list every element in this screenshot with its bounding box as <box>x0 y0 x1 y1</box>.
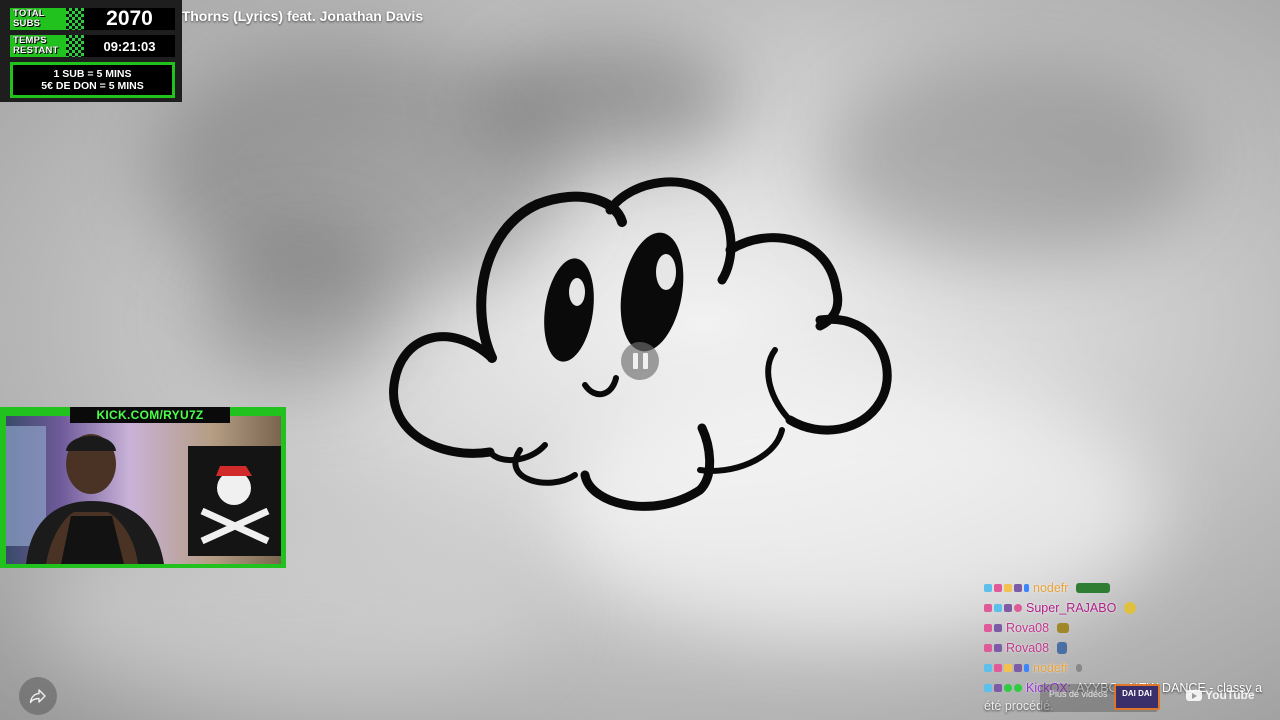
time-remaining-row: TEMPS RESTANT 09:21:03 <box>10 35 175 57</box>
subathon-rules: 1 SUB = 5 MINS 5€ DE DON = 5 MINS <box>10 62 175 98</box>
badge-icon <box>1014 684 1022 692</box>
chat-message: nodefr <box>984 578 1280 598</box>
pause-icon-bar <box>642 353 648 369</box>
chat-username: nodefr <box>1033 581 1069 595</box>
badge-icon <box>1004 684 1012 692</box>
badge-icon <box>1004 664 1012 672</box>
chat-username: Rova08 <box>1006 621 1050 635</box>
share-icon <box>29 689 46 704</box>
emote-icon <box>1057 642 1068 654</box>
badge-icon <box>994 624 1002 632</box>
badge-icon <box>984 584 992 592</box>
time-remaining-value: 09:21:03 <box>84 35 175 57</box>
badge-icon <box>1014 604 1022 612</box>
chat-username: Super_RAJABO <box>1026 601 1117 615</box>
checker-pattern <box>66 35 84 57</box>
badge-icon <box>994 644 1002 652</box>
total-subs-row: TOTAL SUBS 2070 <box>10 7 175 30</box>
video-thumbnail[interactable]: DAI DAI <box>1114 684 1160 710</box>
badge-icon <box>984 664 992 672</box>
chat-username: nodefr <box>1033 661 1069 675</box>
checker-pattern <box>66 8 84 30</box>
channel-banner: KICK.COM/RYU7Z <box>70 407 230 423</box>
youtube-logo[interactable]: YouTube <box>1186 688 1255 702</box>
youtube-logo-text: YouTube <box>1205 688 1255 702</box>
total-subs-label: TOTAL SUBS <box>10 8 66 30</box>
badge-icon <box>1014 584 1022 592</box>
time-remaining-label: TEMPS RESTANT <box>10 35 66 57</box>
badge-icon <box>1024 584 1029 592</box>
chat-message: Rova08 <box>984 638 1280 658</box>
share-button[interactable] <box>19 677 57 715</box>
youtube-play-icon <box>1186 689 1202 701</box>
streamer-image <box>6 426 281 564</box>
badge-icon <box>1014 664 1022 672</box>
chat-message: nodefr <box>984 658 1280 678</box>
webcam-feed <box>6 416 281 564</box>
badge-icon <box>994 664 1002 672</box>
badge-icon <box>1004 604 1012 612</box>
subathon-widget: TOTAL SUBS 2070 TEMPS RESTANT 09:21:03 1… <box>0 0 182 102</box>
chat-username: Rova08 <box>1006 641 1050 655</box>
video-title[interactable]: y Thorns (Lyrics) feat. Jonathan Davis <box>170 8 423 24</box>
youtube-overlay: Plus de vidéos DAI DAI YouTube <box>1040 680 1280 720</box>
chat-message: Super_RAJABO <box>984 598 1280 618</box>
badge-icon <box>1004 584 1012 592</box>
badge-icon <box>994 604 1002 612</box>
video-player[interactable]: y Thorns (Lyrics) feat. Jonathan Davis T… <box>0 0 1280 720</box>
pause-button[interactable] <box>621 342 659 380</box>
badge-icon <box>984 604 992 612</box>
badge-icon <box>1024 664 1029 672</box>
chat-message: Rova08 <box>984 618 1280 638</box>
badge-icon <box>994 584 1002 592</box>
badge-icon <box>994 684 1002 692</box>
webcam-overlay: KICK.COM/RYU7Z <box>0 407 286 568</box>
emote-icon <box>1076 664 1083 672</box>
emote-icon <box>1057 623 1070 633</box>
total-subs-value: 2070 <box>84 7 175 30</box>
rule-sub: 1 SUB = 5 MINS <box>53 68 132 80</box>
badge-icon <box>984 644 992 652</box>
rule-donation: 5€ DE DON = 5 MINS <box>41 80 144 92</box>
pause-icon <box>632 353 638 369</box>
badge-icon <box>984 684 992 692</box>
emote-icon <box>1124 602 1137 614</box>
emote-icon <box>1076 583 1111 593</box>
badge-icon <box>984 624 992 632</box>
